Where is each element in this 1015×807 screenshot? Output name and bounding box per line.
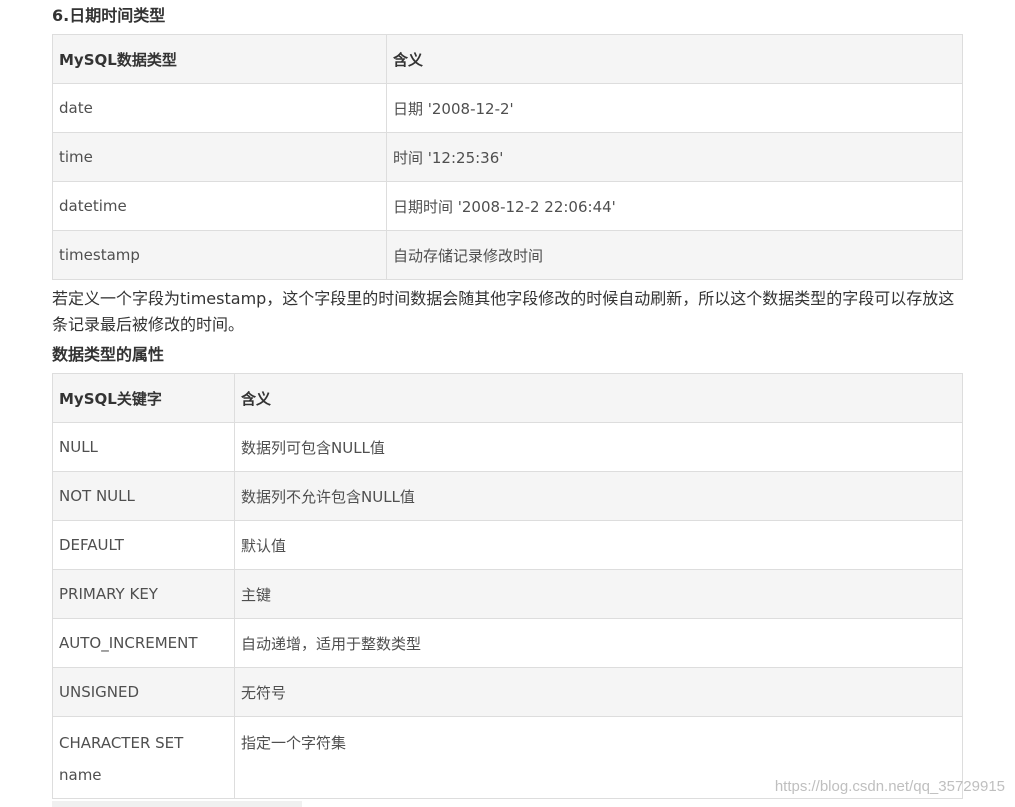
table-row: NOT NULL 数据列不允许包含NULL值 [52,471,963,521]
table-cell: 无符号 [234,667,963,717]
section-heading-datetime-types: 6.日期时间类型 [52,6,166,25]
table-cell: DEFAULT [52,520,235,570]
table-row: date 日期 '2008-12-2' [52,83,963,133]
table-cell: UNSIGNED [52,667,235,717]
table-row: PRIMARY KEY 主键 [52,569,963,619]
column-header: MySQL关键字 [52,373,235,423]
table-cell: 默认值 [234,520,963,570]
table-header-row: MySQL数据类型 含义 [52,34,963,84]
table-row: DEFAULT 默认值 [52,520,963,570]
table-header-row: MySQL关键字 含义 [52,373,963,423]
table-cell: timestamp [52,230,387,280]
table-row: AUTO_INCREMENT 自动递增，适用于整数类型 [52,618,963,668]
table-cell: AUTO_INCREMENT [52,618,235,668]
table-row: NULL 数据列可包含NULL值 [52,422,963,472]
table-cell: NOT NULL [52,471,235,521]
table-cell: datetime [52,181,387,231]
column-header: 含义 [234,373,963,423]
table-row: time 时间 '12:25:36' [52,132,963,182]
table-cell: date [52,83,387,133]
table-cell: PRIMARY KEY [52,569,235,619]
column-header: 含义 [386,34,963,84]
attributes-table: MySQL关键字 含义 NULL 数据列可包含NULL值 NOT NULL 数据… [52,373,963,799]
horizontal-scrollbar[interactable] [52,801,302,807]
column-header: MySQL数据类型 [52,34,387,84]
table-row: timestamp 自动存储记录修改时间 [52,230,963,280]
table-cell: 数据列不允许包含NULL值 [234,471,963,521]
table-cell: 自动递增，适用于整数类型 [234,618,963,668]
table-cell: NULL [52,422,235,472]
watermark: https://blog.csdn.net/qq_35729915 [774,778,1005,795]
table-cell: 自动存储记录修改时间 [386,230,963,280]
table-cell: 时间 '12:25:36' [386,132,963,182]
table-cell: time [52,132,387,182]
table-row: UNSIGNED 无符号 [52,667,963,717]
table-cell: 主键 [234,569,963,619]
timestamp-note: 若定义一个字段为timestamp，这个字段里的时间数据会随其他字段修改的时候自… [52,289,955,334]
table-cell: 数据列可包含NULL值 [234,422,963,472]
datetime-types-table: MySQL数据类型 含义 date 日期 '2008-12-2' time 时间… [52,34,963,280]
table-cell: CHARACTER SET name [52,716,235,799]
table-cell: 日期 '2008-12-2' [386,83,963,133]
table-cell: 日期时间 '2008-12-2 22:06:44' [386,181,963,231]
section-heading-attributes: 数据类型的属性 [52,345,165,364]
table-row: datetime 日期时间 '2008-12-2 22:06:44' [52,181,963,231]
